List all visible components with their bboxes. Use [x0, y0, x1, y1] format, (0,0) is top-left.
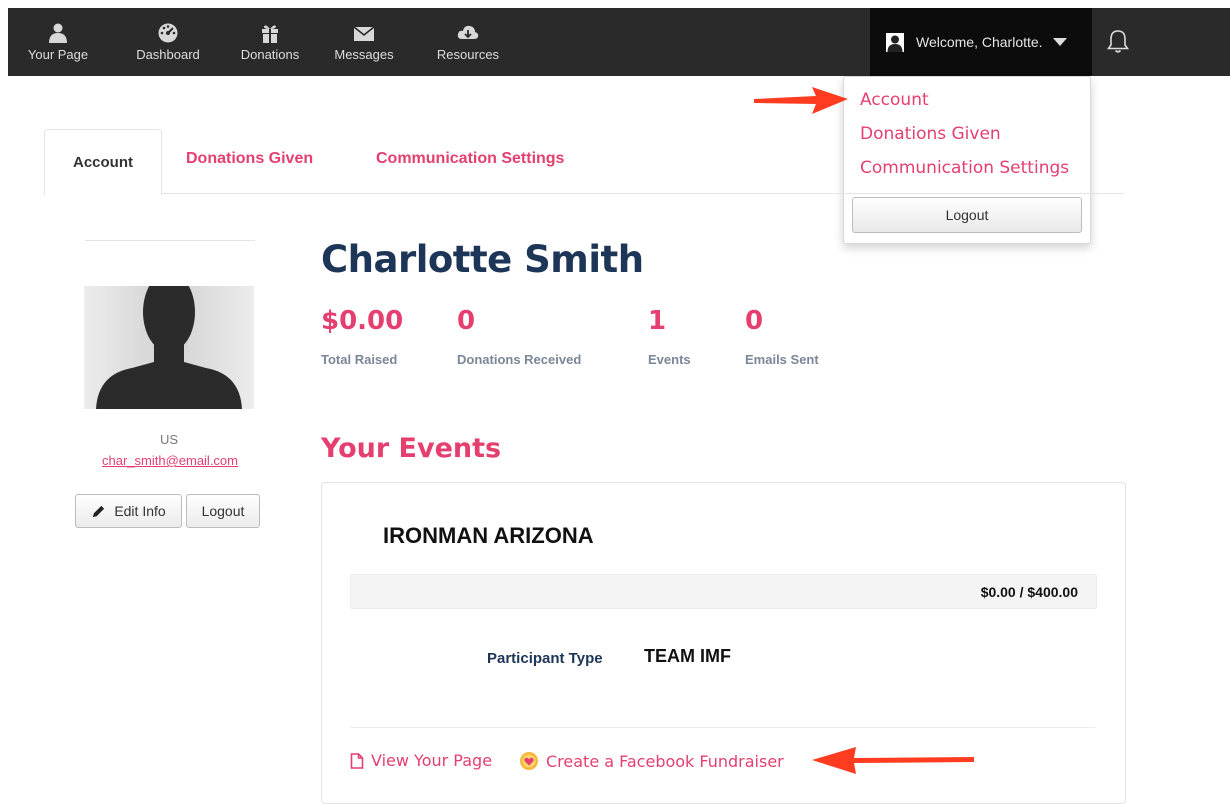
nav-label: Resources: [436, 46, 500, 62]
create-facebook-fundraiser-link[interactable]: Create a Facebook Fundraiser: [519, 751, 784, 771]
profile-photo: [84, 286, 254, 409]
nav-your-page[interactable]: Your Page: [22, 8, 94, 76]
nav-dashboard[interactable]: Dashboard: [126, 8, 210, 76]
account-dropdown-menu: Account Donations Given Communication Se…: [843, 76, 1091, 244]
welcome-text: Welcome, Charlotte.: [916, 34, 1043, 50]
annotation-arrow-facebook: [812, 747, 974, 774]
user-avatar-icon: [886, 32, 904, 52]
bell-icon[interactable]: [1106, 28, 1130, 54]
tabs-divider: [44, 193, 1124, 194]
nav-messages[interactable]: Messages: [328, 8, 400, 76]
create-facebook-fundraiser-label: Create a Facebook Fundraiser: [546, 751, 784, 771]
heart-badge-icon: [520, 752, 538, 770]
gift-icon: [262, 24, 278, 43]
participant-type-label: Participant Type: [487, 650, 603, 667]
dropdown-item-communication-settings[interactable]: Communication Settings: [860, 158, 1069, 178]
top-navigation-bar: Your Page Dashboard Donations Messages R…: [8, 8, 1230, 76]
nav-label: Donations: [240, 46, 300, 62]
dropdown-logout-button[interactable]: Logout: [852, 197, 1082, 233]
progress-text: $0.00 / $400.00: [980, 584, 1078, 600]
pencil-icon: [93, 505, 105, 517]
event-card: IRONMAN ARIZONA $0.00 / $400.00 Particip…: [321, 482, 1126, 804]
fundraising-progress-bar: $0.00 / $400.00: [350, 574, 1097, 609]
dashboard-icon: [158, 23, 178, 42]
silhouette-icon: [96, 286, 242, 409]
card-divider: [350, 727, 1095, 728]
caret-down-icon: [1052, 38, 1067, 46]
stat-emails-sent-label: Emails Sent: [745, 352, 819, 367]
stat-donations-received-value: 0: [457, 306, 476, 336]
event-title: IRONMAN ARIZONA: [383, 523, 594, 548]
envelope-icon: [353, 25, 375, 41]
edit-info-label: Edit Info: [114, 503, 166, 519]
edit-info-button[interactable]: Edit Info: [75, 494, 182, 528]
nav-label: Dashboard: [136, 46, 200, 62]
profile-divider: [85, 240, 255, 241]
profile-country: US: [159, 432, 179, 447]
view-your-page-label: View Your Page: [371, 751, 493, 770]
stat-events-label: Events: [648, 352, 691, 367]
dropdown-item-donations-given[interactable]: Donations Given: [860, 124, 1001, 144]
view-your-page-link[interactable]: View Your Page: [350, 751, 492, 770]
dropdown-item-account[interactable]: Account: [860, 90, 929, 110]
frame-edge-left: [0, 0, 8, 796]
annotation-arrow-account: [754, 87, 848, 114]
file-icon: [350, 752, 364, 769]
tab-account[interactable]: Account: [44, 129, 162, 195]
stat-donations-received-label: Donations Received: [457, 352, 582, 367]
nav-resources[interactable]: Resources: [426, 8, 510, 76]
nav-donations[interactable]: Donations: [230, 8, 310, 76]
user-icon: [49, 23, 67, 43]
participant-name: Charlotte Smith: [321, 238, 644, 281]
stat-total-raised-value: $0.00: [321, 306, 404, 336]
tab-communication-settings[interactable]: Communication Settings: [376, 150, 564, 168]
stat-total-raised-label: Total Raised: [321, 352, 398, 367]
your-events-heading: Your Events: [321, 433, 502, 464]
tab-donations-given[interactable]: Donations Given: [186, 150, 313, 168]
cloud-download-icon: [457, 25, 479, 39]
welcome-menu-toggle[interactable]: Welcome, Charlotte.: [870, 8, 1092, 76]
stat-events-value: 1: [648, 306, 667, 336]
nav-label: Your Page: [27, 46, 89, 62]
profile-logout-button[interactable]: Logout: [186, 494, 260, 528]
stat-emails-sent-value: 0: [745, 306, 764, 336]
participant-type-value: TEAM IMF: [644, 646, 731, 666]
profile-email-link[interactable]: char_smith@email.com: [70, 453, 270, 468]
nav-label: Messages: [334, 46, 394, 62]
